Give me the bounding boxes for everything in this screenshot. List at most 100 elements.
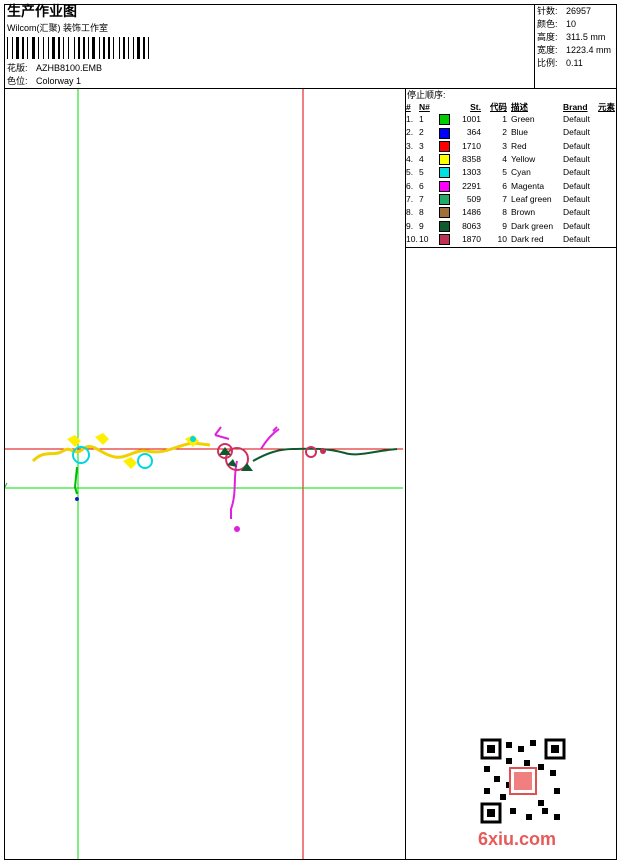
stitch-count: 8063 — [462, 220, 481, 231]
color-description: Dark green — [511, 220, 554, 231]
needle-number: 5 — [419, 167, 424, 178]
barcode-bar — [143, 37, 145, 59]
scale-value: 0.11 — [566, 58, 583, 68]
qr-code — [480, 738, 566, 824]
color-row: 5. 5 1303 5 Cyan Default — [406, 166, 615, 179]
color-swatch — [439, 179, 455, 192]
needle-number: 7 — [419, 193, 424, 204]
barcode-bar — [137, 37, 140, 59]
stitch-count: 1303 — [462, 167, 481, 178]
barcode-bar — [52, 37, 55, 59]
color-code: 3 — [502, 140, 507, 151]
color-description: Yellow — [511, 154, 536, 165]
row-index: 9. — [406, 220, 414, 231]
color-row: 1. 1 1001 1 Green Default — [406, 113, 615, 126]
page-title: 生产作业图 — [7, 3, 77, 19]
needle-number: 9 — [419, 220, 424, 231]
row-index: 3. — [406, 140, 414, 151]
barcode-bar — [74, 37, 75, 59]
stitch-count: 1870 — [462, 233, 481, 244]
thread-brand: Default — [563, 154, 590, 165]
barcode-bar — [128, 37, 129, 59]
element — [598, 233, 615, 246]
color-code: 4 — [502, 154, 507, 165]
color-row: 2. 2 364 2 Blue Default — [406, 126, 615, 139]
color-swatch — [439, 219, 455, 232]
color-description: Blue — [511, 127, 529, 138]
color-swatch-box — [439, 194, 450, 206]
design-name: AZHB8100.EMB — [36, 63, 103, 73]
barcode-bar — [78, 37, 80, 59]
needle-number: 4 — [419, 154, 424, 165]
row-index: 5. — [406, 167, 414, 178]
color-swatch — [439, 193, 455, 206]
width-label: 宽度: — [537, 45, 558, 55]
color-row: 4. 4 8358 4 Yellow Default — [406, 153, 615, 166]
stitches-label: 针数: — [537, 6, 558, 16]
color-swatch-box — [439, 140, 450, 152]
barcode-bar — [99, 37, 100, 59]
element — [598, 166, 615, 179]
element — [598, 206, 615, 219]
thread-brand: Default — [563, 193, 590, 204]
needle-number: 6 — [419, 180, 424, 191]
color-swatch — [439, 113, 455, 126]
color-row: 10. 10 1870 10 Dark red Default — [406, 233, 615, 246]
col-header-element: 元素 — [598, 101, 616, 112]
scale-label: 比例: — [537, 58, 558, 68]
thread-brand: Default — [563, 220, 590, 231]
barcode-bar — [83, 37, 85, 59]
col-header-brand: Brand — [563, 101, 588, 112]
col-header-stitches: St. — [470, 101, 481, 112]
color-code: 7 — [502, 193, 507, 204]
barcode-bar — [7, 37, 8, 59]
stitch-count: 1486 — [462, 207, 481, 218]
company-name: Wilcom(汇聚) 装饰工作室 — [7, 23, 108, 33]
barcode-bar — [43, 37, 44, 59]
element — [598, 193, 615, 206]
color-code: 10 — [497, 233, 507, 244]
row-index: 7. — [406, 193, 414, 204]
row-index: 8. — [406, 207, 414, 218]
height-label: 高度: — [537, 32, 558, 42]
color-description: Green — [511, 114, 535, 125]
barcode-bar — [48, 37, 49, 59]
color-sequence-table: # N# St. 代码 描述 Brand 元素 1. 1 1001 1 Green Def… — [406, 101, 615, 246]
color-description: Magenta — [511, 180, 545, 191]
color-description: Cyan — [511, 167, 531, 178]
watermark-logo: 6xiu.com — [478, 829, 557, 849]
needle-number: 2 — [419, 127, 424, 138]
col-header-desc: 描述 — [511, 101, 529, 112]
embroidery-design — [5, 89, 403, 859]
color-swatch — [439, 140, 455, 153]
color-swatch-box — [439, 154, 450, 166]
needle-number: 8 — [419, 207, 424, 218]
barcode-bar — [113, 37, 114, 59]
color-swatch-box — [439, 180, 450, 192]
barcode-bar — [123, 37, 125, 59]
colors-value: 10 — [566, 19, 577, 29]
color-row: 8. 8 1486 8 Brown Default — [406, 206, 615, 219]
color-swatch-box — [439, 167, 450, 179]
color-description: Red — [511, 140, 527, 151]
height-value: 311.5 mm — [566, 32, 606, 42]
color-code: 9 — [502, 220, 507, 231]
barcode-bar — [88, 37, 89, 59]
barcode-bar — [103, 37, 105, 59]
barcode-bar — [119, 37, 120, 59]
barcode-bar — [12, 37, 13, 59]
color-swatch-box — [439, 127, 450, 139]
color-code: 2 — [502, 127, 507, 138]
barcode-bar — [32, 37, 35, 59]
color-swatch-box — [439, 220, 450, 232]
barcode-bar — [133, 37, 134, 59]
thread-brand: Default — [563, 207, 590, 218]
thread-brand: Default — [563, 140, 590, 151]
row-index: 6. — [406, 180, 414, 191]
color-swatch — [439, 166, 455, 179]
color-row: 6. 6 2291 6 Magenta Default — [406, 179, 615, 192]
barcode-bar — [108, 37, 110, 59]
color-swatch-box — [439, 233, 450, 245]
color-code: 6 — [502, 180, 507, 191]
barcode-bar — [148, 37, 149, 59]
